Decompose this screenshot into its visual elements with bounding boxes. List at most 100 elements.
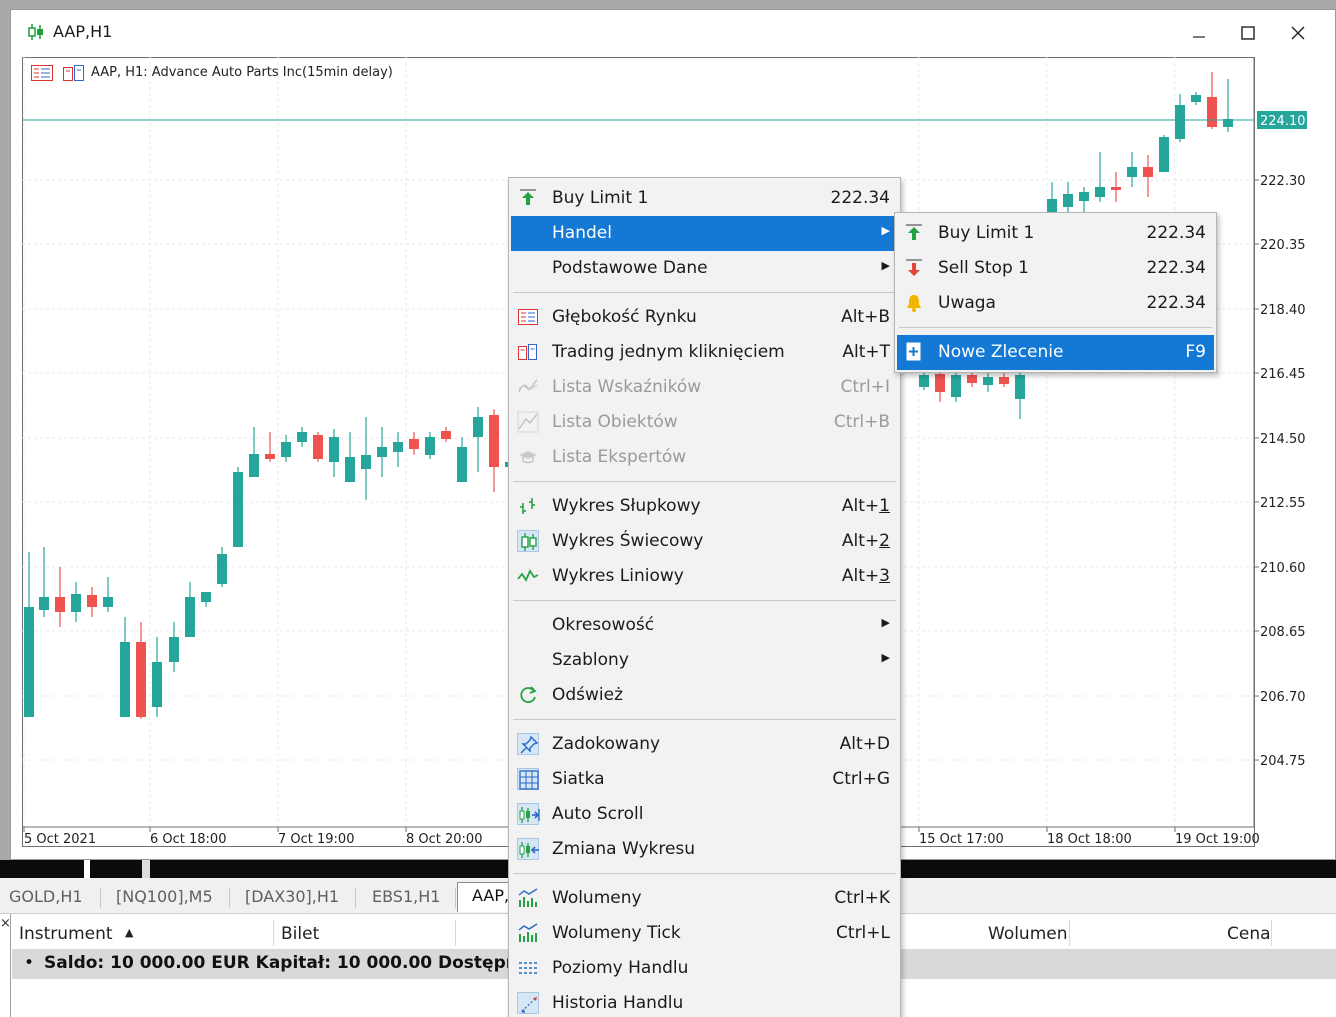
maximize-button[interactable] [1226,20,1270,46]
candle-body [249,454,259,477]
candle-body [136,642,146,717]
maximize-icon [1241,26,1255,40]
menu-item-objects-list[interactable]: Lista Obiektów Ctrl+B [511,405,898,440]
tab-gold[interactable]: GOLD,H1 [9,884,83,910]
price-label: 218.40 [1260,303,1306,318]
submenu-item-shortcut: 222.34 [1146,223,1206,243]
menu-item-shortcut: Ctrl+I [840,377,890,397]
menu-item-podstawowe-dane[interactable]: Podstawowe Dane ▶ [511,251,898,286]
price-label: 216.45 [1260,367,1306,382]
tab-ebs1[interactable]: EBS1,H1 [372,884,440,910]
menu-item-shortcut: Alt+T [842,342,890,362]
candle-body [1063,194,1073,207]
menu-item-experts-list[interactable]: Lista Ekspertów [511,440,898,475]
column-header-cena[interactable]: Cena [1227,924,1271,944]
menu-item-label: Historia Handlu [552,993,684,1013]
menu-item-label: Wolumeny Tick [552,923,681,943]
sort-ascending-icon: ▲ [125,926,134,939]
minimize-button[interactable] [1177,20,1221,46]
menu-item-handel[interactable]: Handel ▶ [511,216,898,251]
time-label: 6 Oct 18:00 [150,832,226,847]
menu-separator [513,600,896,601]
candle-body [1143,167,1153,177]
menu-item-shortcut: Ctrl+K [834,888,890,908]
menu-item-one-click-trading[interactable]: Trading jednym kliknięciem Alt+T [511,335,898,370]
menu-item-shortcut: Ctrl+B [833,412,890,432]
submenu-arrow-icon: ▶ [881,259,890,272]
menu-item-market-depth[interactable]: Głębokość Rynku Alt+B [511,300,898,335]
submenu-item-label: Nowe Zlecenie [938,342,1064,362]
menu-item-timeframes[interactable]: Okresowość ▶ [511,608,898,643]
menu-item-chart-shift[interactable]: Zmiana Wykresu [511,832,898,867]
menu-item-label: Trading jednym kliknięciem [552,342,785,362]
price-label: 220.35 [1260,238,1306,253]
menu-item-volumes[interactable]: Wolumeny Ctrl+K [511,881,898,916]
title-bar[interactable]: AAP,H1 [11,10,1335,54]
candle-body [313,435,323,459]
menu-item-buy-limit[interactable]: Buy Limit 1 222.34 [511,181,898,216]
market-depth-icon[interactable] [31,65,53,81]
refresh-icon [517,684,539,706]
pin-icon [517,733,539,755]
column-divider[interactable] [455,920,456,946]
tick-volumes-icon [517,922,539,944]
submenu-item-shortcut: 222.34 [1146,293,1206,313]
one-click-trading-icon[interactable] [63,64,85,82]
candle-body [1191,95,1201,102]
column-header-bilet[interactable]: Bilet [281,924,319,944]
candle-body [1111,187,1121,190]
submenu-item-buy-limit[interactable]: Buy Limit 1 222.34 [897,216,1214,251]
candle-body [951,375,961,397]
column-divider[interactable] [1069,920,1070,946]
submenu-item-sell-stop[interactable]: Sell Stop 1 222.34 [897,251,1214,286]
menu-item-grid[interactable]: Siatka Ctrl+G [511,762,898,797]
menu-item-label: Odśwież [552,685,624,705]
column-divider[interactable] [273,920,274,946]
column-header-instrument[interactable]: Instrument [19,924,113,944]
menu-item-indicators-list[interactable]: Lista Wskaźników Ctrl+I [511,370,898,405]
submenu-arrow-icon: ▶ [881,224,890,237]
buy-limit-icon [517,187,539,209]
menu-item-label: Lista Wskaźników [552,377,702,397]
menu-item-templates[interactable]: Szablony ▶ [511,643,898,678]
candle-body [185,597,195,637]
experts-icon [517,446,539,468]
column-divider[interactable] [1271,920,1272,946]
menu-item-bar-chart[interactable]: Wykres Słupkowy Alt+1 [511,489,898,524]
grid-icon [517,768,539,790]
menu-item-candle-chart[interactable]: Wykres Świecowy Alt+2 [511,524,898,559]
tab-dax30[interactable]: [DAX30],H1 [245,884,339,910]
price-label: 210.60 [1260,561,1306,576]
menu-item-refresh[interactable]: Odśwież [511,678,898,713]
bar-chart-icon [517,495,539,517]
candlestick-icon [28,24,43,40]
candle-body [393,442,403,452]
candle-body [217,554,227,584]
menu-item-trade-levels[interactable]: Poziomy Handlu [511,951,898,986]
menu-item-line-chart[interactable]: Wykres Liniowy Alt+3 [511,559,898,594]
scroll-thumb[interactable] [142,860,150,878]
menu-item-trade-history[interactable]: Historia Handlu [511,986,898,1017]
column-header-wolumen[interactable]: Wolumen [988,924,1068,944]
auto-scroll-icon [517,803,540,825]
candle-body [473,417,483,437]
tab-divider [455,888,456,908]
submenu-item-new-order[interactable]: Nowe Zlecenie F9 [897,335,1214,370]
account-summary: Saldo: 10 000.00 EUR Kapitał: 10 000.00 … [44,953,573,973]
menu-item-shortcut: 222.34 [830,188,890,208]
price-label: 222.30 [1260,174,1306,189]
menu-item-auto-scroll[interactable]: Auto Scroll [511,797,898,832]
candle-body [1127,167,1137,177]
menu-item-docked[interactable]: Zadokowany Alt+D [511,727,898,762]
submenu-item-alert[interactable]: Uwaga 222.34 [897,286,1214,321]
menu-item-tick-volumes[interactable]: Wolumeny Tick Ctrl+L [511,916,898,951]
tab-divider [100,888,101,908]
menu-item-shortcut: Ctrl+L [836,923,890,943]
price-label: 206.70 [1260,690,1306,705]
menu-separator [513,481,896,482]
candle-body [983,377,993,385]
price-label: 212.55 [1260,496,1306,511]
tab-nq100[interactable]: [NQ100],M5 [116,884,213,910]
sell-stop-icon [903,257,925,279]
close-button[interactable] [1276,20,1320,46]
